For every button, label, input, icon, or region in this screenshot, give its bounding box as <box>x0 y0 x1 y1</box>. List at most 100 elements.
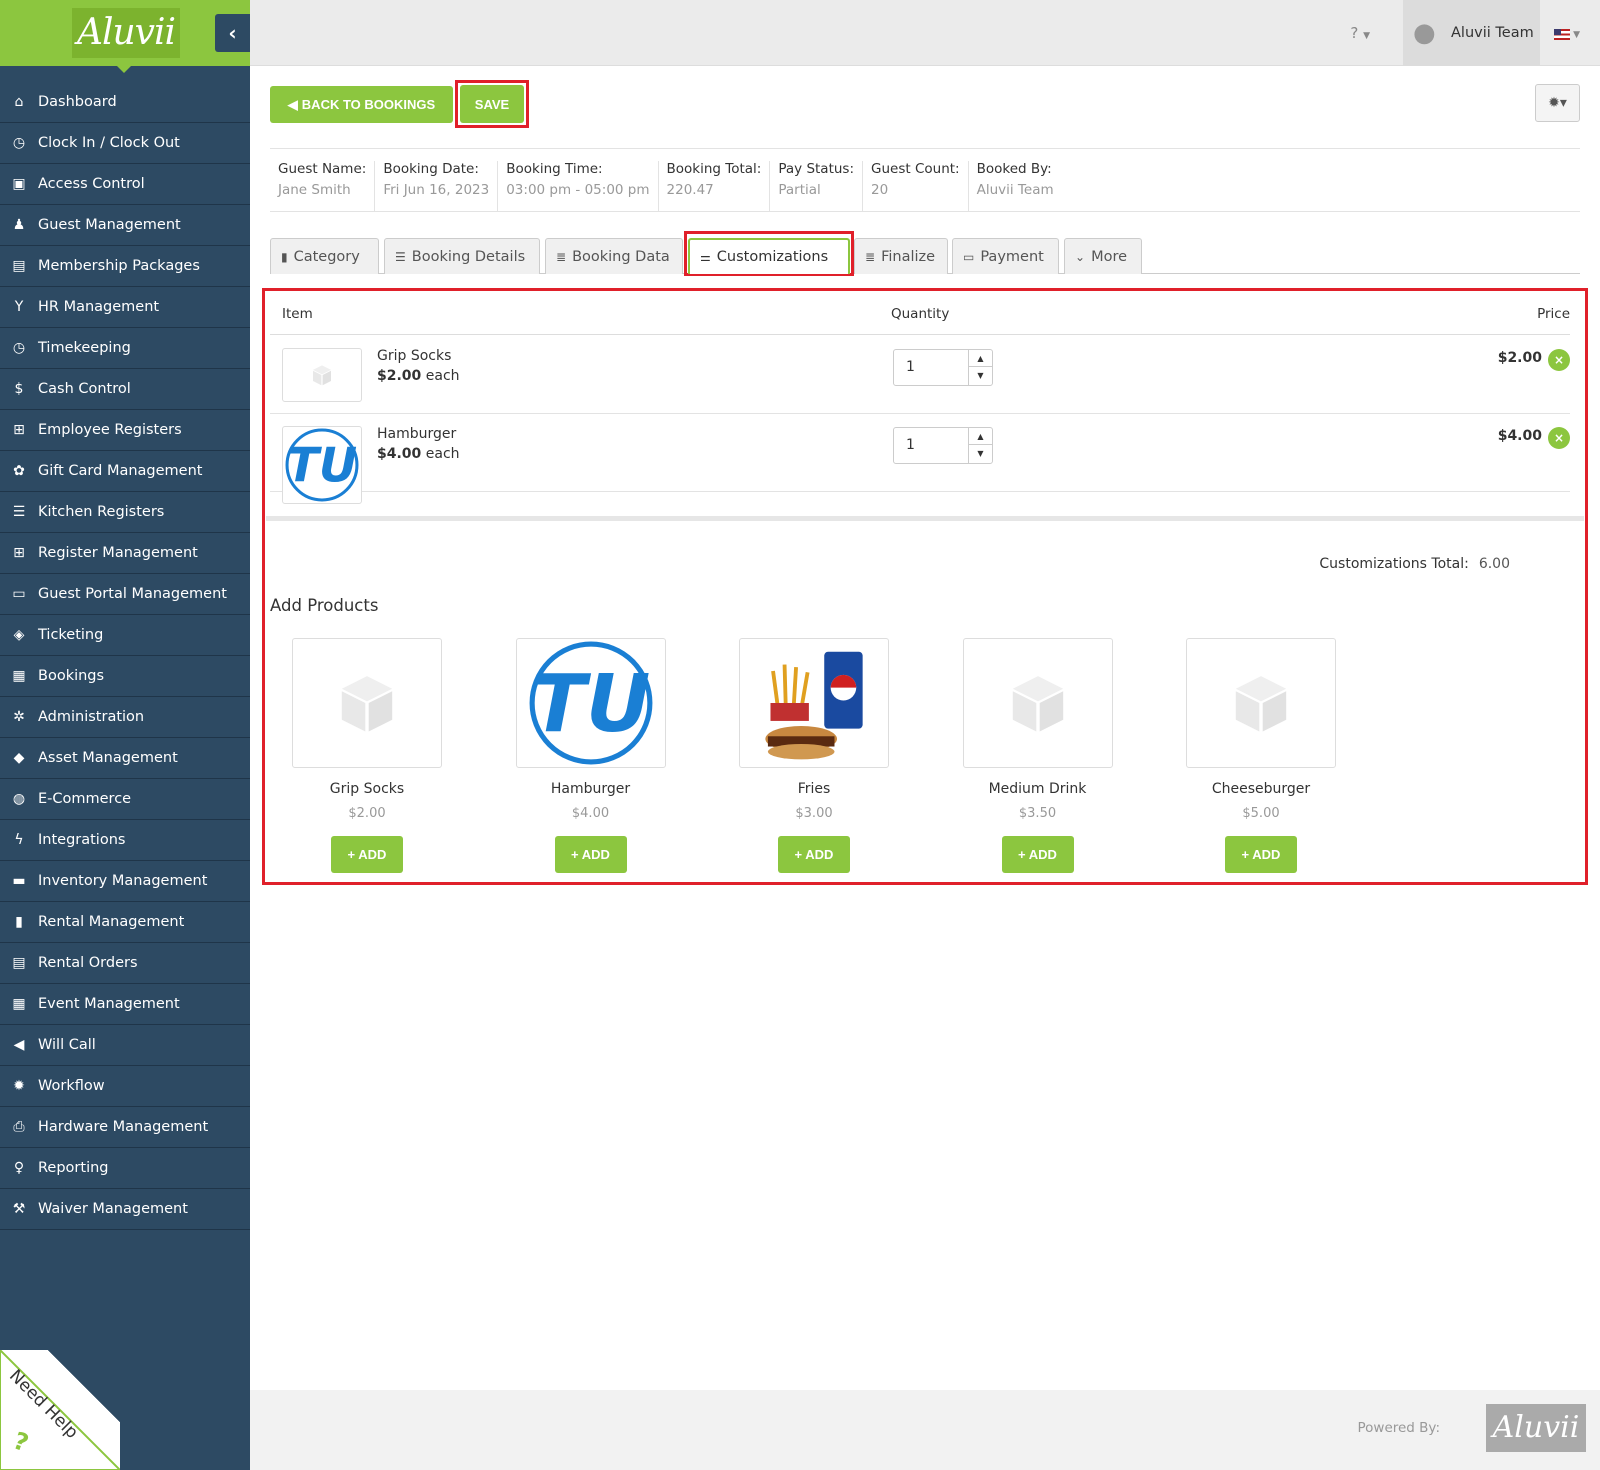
sidebar-item-bookings[interactable]: ▦ Bookings <box>0 656 250 697</box>
sidebar-nav: ⌂ Dashboard ◷ Clock In / Clock Out ▣ Access C… <box>0 82 250 1230</box>
increment-icon[interactable]: ▲ <box>969 428 992 445</box>
item-unit-price: $2.00 each <box>377 368 460 384</box>
sidebar-item-dashboard[interactable]: ⌂ Dashboard <box>0 82 250 123</box>
tab-label: Customizations <box>716 249 829 265</box>
card-icon: ▤ <box>12 258 26 274</box>
increment-icon[interactable]: ▲ <box>969 350 992 367</box>
sidebar-item-guest-portal-management[interactable]: ▭ Guest Portal Management <box>0 574 250 615</box>
product-image[interactable] <box>739 638 889 768</box>
info-value: Aluvii Team <box>976 182 1054 198</box>
credit-card-icon: ▭ <box>963 249 975 264</box>
total-value: 6.00 <box>1478 556 1510 572</box>
sidebar-item-clock-in-clock-out[interactable]: ◷ Clock In / Clock Out <box>0 123 250 164</box>
table-row: Grip Socks $2.00 each 1 ▲ ▼ $2.00 × <box>270 336 1570 414</box>
sidebar-item-timekeeping[interactable]: ◷ Timekeeping <box>0 328 250 369</box>
save-button[interactable]: SAVE <box>460 85 524 123</box>
table-row: TU Hamburger $4.00 each 1 ▲ ▼ $4.00 × <box>270 414 1570 504</box>
quantity-stepper[interactable]: 1 ▲ ▼ <box>893 427 993 464</box>
cart-icon: ⊞ <box>13 422 25 438</box>
sidebar-item-hr-management[interactable]: Y HR Management <box>0 287 250 328</box>
info-booking-time: Booking Time: 03:00 pm - 05:00 pm <box>497 161 657 211</box>
sidebar-item-guest-management[interactable]: ♟ Guest Management <box>0 205 250 246</box>
sidebar-item-reporting[interactable]: ♀ Reporting <box>0 1148 250 1189</box>
sidebar-item-workflow[interactable]: ✹ Workflow <box>0 1066 250 1107</box>
collapse-sidebar-button[interactable]: ‹ <box>215 14 250 52</box>
sidebar-item-label: Rental Management <box>38 914 185 930</box>
add-label: ADD <box>1028 847 1057 862</box>
product-image[interactable] <box>1186 638 1336 768</box>
tab-more[interactable]: ⌄ More <box>1064 238 1142 274</box>
product-price: $5.00 <box>1242 806 1280 821</box>
sidebar-item-administration[interactable]: ✲ Administration <box>0 697 250 738</box>
language-selector[interactable]: ▼ <box>1553 27 1580 40</box>
remove-item-icon[interactable]: × <box>1548 349 1570 371</box>
add-products-title: Add Products <box>270 596 379 615</box>
sidebar-item-event-management[interactable]: ▦ Event Management <box>0 984 250 1025</box>
tab-customizations[interactable]: ⚌ Customizations <box>688 238 850 274</box>
sidebar-item-kitchen-registers[interactable]: ☰ Kitchen Registers <box>0 492 250 533</box>
product-image[interactable]: TU <box>515 638 666 768</box>
sidebar-item-label: Gift Card Management <box>38 463 203 479</box>
info-booked-by: Booked By: Aluvii Team <box>967 161 1062 211</box>
sidebar-item-gift-card-management[interactable]: ✿ Gift Card Management <box>0 451 250 492</box>
add-product-button[interactable]: + ADD <box>554 836 627 873</box>
sidebar-item-membership-packages[interactable]: ▤ Membership Packages <box>0 246 250 287</box>
sidebar-item-employee-registers[interactable]: ⊞ Employee Registers <box>0 410 250 451</box>
remove-item-icon[interactable]: × <box>1548 427 1570 449</box>
sidebar-item-register-management[interactable]: ⊞ Register Management <box>0 533 250 574</box>
info-label: Booking Total: <box>666 161 762 177</box>
sidebar-item-cash-control[interactable]: $ Cash Control <box>0 369 250 410</box>
home-icon: ⌂ <box>14 94 24 110</box>
add-product-button[interactable]: + ADD <box>778 836 850 873</box>
sidebar-item-access-control[interactable]: ▣ Access Control <box>0 164 250 205</box>
sidebar-item-asset-management[interactable]: ◆ Asset Management <box>0 738 250 779</box>
add-product-button[interactable]: + ADD <box>1001 836 1074 873</box>
caret-down-icon: ▼ <box>1573 30 1580 40</box>
user-menu[interactable]: ● Aluvii Team <box>1403 0 1540 66</box>
cart-plus-icon: ⊞ <box>13 545 25 561</box>
sidebar-item-label: Kitchen Registers <box>38 504 165 520</box>
add-product-button[interactable]: + ADD <box>331 836 403 873</box>
sidebar-item-inventory-management[interactable]: ▬ Inventory Management <box>0 861 250 902</box>
info-value: Fri Jun 16, 2023 <box>383 182 490 198</box>
item-header: Item <box>282 306 313 322</box>
tab-booking-details[interactable]: ☰ Booking Details <box>384 238 540 274</box>
decrement-icon[interactable]: ▼ <box>969 445 992 462</box>
product-image[interactable] <box>292 638 442 768</box>
tab-payment[interactable]: ▭ Payment <box>952 238 1059 274</box>
aluvii-logo[interactable]: Aluvii <box>72 8 180 58</box>
sidebar-item-e-commerce[interactable]: ◍ E-Commerce <box>0 779 250 820</box>
quantity-stepper[interactable]: 1 ▲ ▼ <box>893 349 993 386</box>
avatar: ● <box>1413 18 1436 48</box>
sidebar-item-hardware-management[interactable]: ⎙ Hardware Management <box>0 1107 250 1148</box>
sidebar-item-will-call[interactable]: ◀ Will Call <box>0 1025 250 1066</box>
add-product-button[interactable]: + ADD <box>1225 836 1297 873</box>
sidebar-item-waiver-management[interactable]: ⚒ Waiver Management <box>0 1189 250 1230</box>
sidebar-item-integrations[interactable]: ϟ Integrations <box>0 820 250 861</box>
need-help-button[interactable]: Need Help ? <box>0 1350 120 1470</box>
gift-icon: ✿ <box>13 463 25 479</box>
calendar-plus-icon: ▦ <box>12 668 26 684</box>
settings-dropdown-button[interactable]: ✹▾ <box>1535 84 1580 122</box>
tab-booking-data[interactable]: ≣ Booking Data <box>545 238 683 274</box>
sliders-icon: ⚌ <box>700 250 711 264</box>
product-name: Fries <box>797 781 831 797</box>
sidebar-item-rental-orders[interactable]: ▤ Rental Orders <box>0 943 250 984</box>
product-image[interactable] <box>962 638 1113 768</box>
sidebar-item-label: Dashboard <box>38 94 117 110</box>
help-menu[interactable]: ? ▼ <box>1350 24 1370 42</box>
clock-icon: ◷ <box>12 135 26 151</box>
decrement-icon[interactable]: ▼ <box>969 367 992 384</box>
sidebar-item-ticketing[interactable]: ◈ Ticketing <box>0 615 250 656</box>
tab-category[interactable]: ▮ Category <box>270 238 379 274</box>
info-pay-status: Pay Status: Partial <box>769 161 862 211</box>
tab-finalize[interactable]: ≣ Finalize <box>854 238 948 274</box>
info-value: Partial <box>778 182 821 198</box>
booking-tabs: ▮ Category ☰ Booking Details ≣ Booking Data ⚌ C… <box>270 231 1580 276</box>
sidebar-item-rental-management[interactable]: ▮ Rental Management <box>0 902 250 943</box>
cog-icon: ✹ <box>13 1078 25 1094</box>
back-to-bookings-button[interactable]: ◀ BACK TO BOOKINGS <box>270 86 453 123</box>
price-header: Price <box>1537 306 1570 322</box>
quantity-value: 1 <box>906 359 915 375</box>
tab-label: Booking Details <box>411 248 526 265</box>
